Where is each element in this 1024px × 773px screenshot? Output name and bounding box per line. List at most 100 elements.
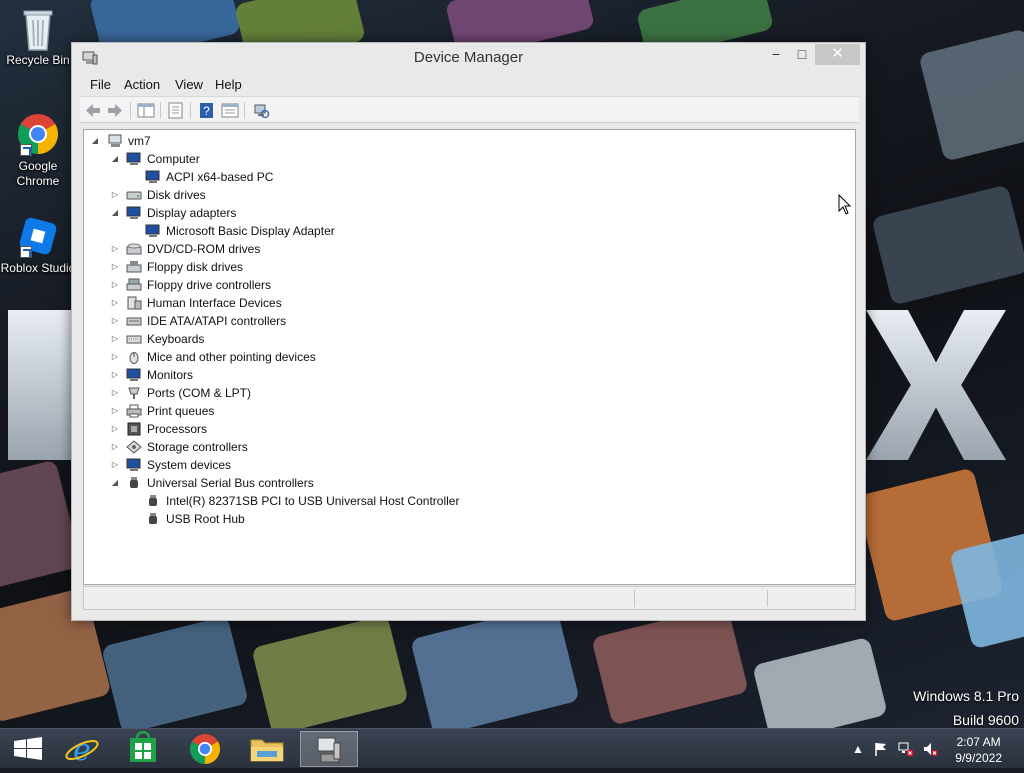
tree-node-label: Monitors: [147, 368, 194, 382]
toolbar-separator: [130, 102, 131, 119]
volume-muted-icon[interactable]: [922, 741, 938, 757]
tree-node-storage[interactable]: ▷ Storage controllers: [84, 438, 844, 456]
expand-arrow-icon[interactable]: ▷: [110, 384, 120, 402]
update-driver-icon[interactable]: [221, 102, 239, 119]
mouse-cursor-icon: [838, 194, 852, 215]
tree-node-label: Intel(R) 82371SB PCI to USB Universal Ho…: [166, 494, 460, 508]
expand-arrow-icon[interactable]: ▷: [110, 240, 120, 258]
tree-node-floppy-disk[interactable]: ▷ Floppy disk drives: [84, 258, 844, 276]
tree-node-hid[interactable]: ▷ Human Interface Devices: [84, 294, 844, 312]
expand-arrow-icon[interactable]: ▷: [110, 186, 120, 204]
tree-node-root[interactable]: ◢ vm7: [84, 132, 844, 150]
computer-icon: [108, 134, 122, 147]
expand-arrow-icon[interactable]: ▷: [110, 438, 120, 456]
recycle-bin-shortcut[interactable]: Recycle Bin: [0, 6, 76, 68]
tree-node-usb[interactable]: ◢ Universal Serial Bus controllers: [84, 474, 844, 492]
wallpaper-tile: [410, 603, 580, 728]
expand-arrow-icon[interactable]: ▷: [110, 276, 120, 294]
tree-node-floppy-controllers[interactable]: ▷ Floppy drive controllers: [84, 276, 844, 294]
recycle-bin-icon: [16, 6, 60, 51]
tree-node-usb-host-controller[interactable]: Intel(R) 82371SB PCI to USB Universal Ho…: [84, 492, 844, 510]
wallpaper-tile: [918, 28, 1024, 162]
watermark-edition: Windows 8.1 Pro: [913, 688, 1019, 704]
window-title: Device Manager: [413, 49, 524, 66]
scan-hardware-icon[interactable]: [252, 102, 270, 119]
forward-arrow-icon[interactable]: [106, 102, 124, 119]
tree-node-computer[interactable]: ◢ Computer: [84, 150, 844, 168]
menu-file[interactable]: File: [90, 77, 111, 92]
expand-arrow-icon[interactable]: ▷: [110, 258, 120, 276]
clock-time: 2:07 AM: [956, 735, 1001, 749]
expand-arrow-icon[interactable]: ▷: [110, 348, 120, 366]
action-center-flag-icon[interactable]: [873, 741, 889, 757]
storage-controller-icon: [126, 440, 142, 454]
menu-bar: File Action View Help: [72, 73, 865, 95]
taskbar: e ▲ 2:07 AM 9/9/2022: [0, 728, 1024, 768]
tree-node-system[interactable]: ▷ System devices: [84, 456, 844, 474]
tree-node-ide[interactable]: ▷ IDE ATA/ATAPI controllers: [84, 312, 844, 330]
network-error-icon[interactable]: [898, 741, 914, 757]
svg-text:e: e: [73, 733, 91, 767]
tree-node-dvd[interactable]: ▷ DVD/CD-ROM drives: [84, 240, 844, 258]
maximize-button[interactable]: □: [789, 44, 815, 65]
taskbar-chrome[interactable]: [177, 731, 233, 767]
start-button[interactable]: [0, 731, 56, 767]
expand-arrow-icon[interactable]: ▷: [110, 366, 120, 384]
taskbar-clock[interactable]: 2:07 AM 9/9/2022: [955, 734, 1002, 766]
show-hide-console-tree-icon[interactable]: [137, 102, 155, 119]
title-bar[interactable]: Device Manager − □ ✕: [72, 43, 865, 73]
collapse-arrow-icon[interactable]: ◢: [110, 474, 120, 492]
tree-node-label: Universal Serial Bus controllers: [147, 476, 314, 490]
tree-node-display-adapters[interactable]: ◢ Display adapters: [84, 204, 844, 222]
windows-logo-icon: [14, 737, 42, 760]
taskbar-device-manager[interactable]: [300, 731, 358, 767]
tree-node-acpi[interactable]: ACPI x64-based PC: [84, 168, 844, 186]
properties-icon[interactable]: [167, 102, 185, 119]
expand-arrow-icon[interactable]: ▷: [110, 402, 120, 420]
tree-node-label: Print queues: [147, 404, 215, 418]
close-button[interactable]: ✕: [815, 44, 860, 65]
menu-view[interactable]: View: [175, 77, 203, 92]
menu-help[interactable]: Help: [215, 77, 242, 92]
tree-node-label: Storage controllers: [147, 440, 248, 454]
tree-node-label: Floppy disk drives: [147, 260, 244, 274]
tree-node-monitors[interactable]: ▷ Monitors: [84, 366, 844, 384]
tree-node-print-queues[interactable]: ▷ Print queues: [84, 402, 844, 420]
tree-node-usb-root-hub[interactable]: USB Root Hub: [84, 510, 844, 528]
minimize-button[interactable]: −: [763, 44, 789, 65]
roblox-studio-shortcut[interactable]: Roblox Studio: [0, 214, 76, 276]
tree-node-disk-drives[interactable]: ▷ Disk drives: [84, 186, 844, 204]
taskbar-file-explorer[interactable]: [239, 731, 295, 767]
expand-arrow-icon[interactable]: ▷: [110, 312, 120, 330]
google-chrome-shortcut[interactable]: Google Chrome: [0, 112, 76, 189]
tree-node-keyboards[interactable]: ▷ Keyboards: [84, 330, 844, 348]
collapse-arrow-icon[interactable]: ◢: [110, 204, 120, 222]
expand-arrow-icon[interactable]: ▷: [110, 330, 120, 348]
collapse-arrow-icon[interactable]: ◢: [90, 132, 100, 150]
show-hidden-icons-chevron-icon[interactable]: ▲: [850, 741, 866, 757]
mouse-icon: [129, 352, 139, 364]
tree-node-label: USB Root Hub: [166, 512, 245, 526]
windows-watermark: Windows 8.1 Pro Build 9600: [913, 684, 1019, 732]
monitor-icon: [145, 170, 160, 183]
taskbar-internet-explorer[interactable]: e: [54, 731, 110, 768]
taskbar-store[interactable]: [115, 730, 171, 767]
display-adapter-icon: [126, 206, 141, 219]
tree-node-mice[interactable]: ▷ Mice and other pointing devices: [84, 348, 844, 366]
expand-arrow-icon[interactable]: ▷: [110, 294, 120, 312]
tree-node-basic-display[interactable]: Microsoft Basic Display Adapter: [84, 222, 844, 240]
roblox-studio-icon: [16, 214, 60, 258]
chrome-icon: [189, 734, 221, 764]
expand-arrow-icon[interactable]: ▷: [110, 420, 120, 438]
floppy-drive-icon: [126, 261, 142, 273]
tree-node-ports[interactable]: ▷ Ports (COM & LPT): [84, 384, 844, 402]
tree-node-processors[interactable]: ▷ Processors: [84, 420, 844, 438]
display-adapter-icon: [145, 224, 160, 237]
help-icon[interactable]: ?: [198, 102, 216, 119]
chrome-label: Google Chrome: [16, 159, 60, 188]
expand-arrow-icon[interactable]: ▷: [110, 456, 120, 474]
menu-action[interactable]: Action: [124, 77, 160, 92]
collapse-arrow-icon[interactable]: ◢: [110, 150, 120, 168]
device-tree[interactable]: ◢ vm7 ◢ Computer ACPI x64-based PC ▷ Dis…: [83, 129, 856, 585]
back-arrow-icon[interactable]: [84, 102, 102, 119]
